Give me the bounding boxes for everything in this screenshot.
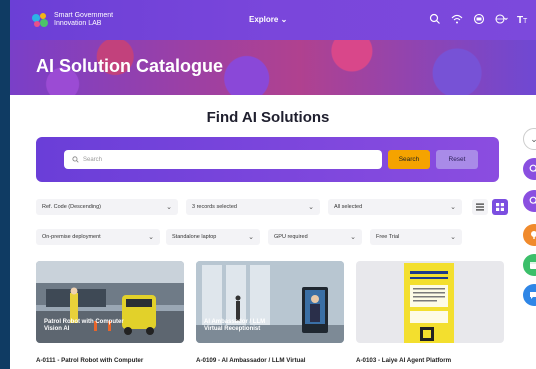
sort-select[interactable]: Ref. Code (Descending) ⌄ <box>36 199 178 215</box>
all-select[interactable]: All selected ⌄ <box>328 199 462 215</box>
grid-view-button[interactable] <box>492 199 508 215</box>
trial-select-value: Free Trial <box>376 234 400 240</box>
printer-icon[interactable] <box>472 12 486 26</box>
card-image-ai-ambassador[interactable]: AI Ambassador / LLM Virtual Receptionist <box>196 261 344 343</box>
search-placeholder: Search <box>83 156 103 163</box>
records-select-value: 3 records selected <box>192 204 237 210</box>
logo-icon[interactable] <box>30 10 50 30</box>
svg-text:T: T <box>523 18 528 25</box>
card-overlay-text: AI Ambassador / LLM Virtual Receptionist <box>204 319 266 332</box>
chat-button[interactable] <box>523 284 536 306</box>
globe-icon[interactable] <box>494 12 508 26</box>
wifi-icon[interactable] <box>450 12 464 26</box>
chevron-down-icon: ⌄ <box>248 234 254 241</box>
brand-name[interactable]: Smart Government Innovation LAB <box>54 12 144 28</box>
chevron-down-icon: ⌄ <box>530 133 536 144</box>
explore-menu[interactable]: Explore ⌄ <box>249 15 287 24</box>
card-overlay-text: Patrol Robot with Computer Vision AI <box>44 319 124 332</box>
calendar-button[interactable] <box>523 254 536 276</box>
chevron-down-icon: ⌄ <box>308 204 314 211</box>
chevron-down-icon: ⌄ <box>450 204 456 211</box>
reset-button[interactable]: Reset <box>436 150 478 169</box>
all-select-value: All selected <box>334 204 363 210</box>
chevron-down-icon: ⌄ <box>148 234 154 241</box>
calendar-icon <box>530 262 536 269</box>
chevron-down-icon: ⌄ <box>166 204 172 211</box>
search-icon[interactable] <box>428 12 442 26</box>
trial-select[interactable]: Free Trial ⌄ <box>370 229 462 245</box>
records-select[interactable]: 3 records selected ⌄ <box>186 199 320 215</box>
page-frame: Smart Government Innovation LAB Explore … <box>10 0 536 369</box>
chevron-down-icon: ⌄ <box>350 234 356 241</box>
list-icon <box>476 203 484 211</box>
chat-icon <box>530 292 536 299</box>
brand-line-1: Smart Government <box>54 12 114 19</box>
grid-icon <box>496 203 504 211</box>
share-icon <box>531 231 536 239</box>
list-view-button[interactable] <box>472 199 488 215</box>
card-title[interactable]: A-0103 - Laiye AI Agent Platform <box>356 357 506 364</box>
laiye-agent-poster <box>356 261 504 343</box>
deployment-select[interactable]: On-premise deployment ⌄ <box>36 229 160 245</box>
chevron-down-icon: ⌄ <box>450 234 456 241</box>
nav-icons: T T <box>428 12 530 26</box>
collapse-button[interactable]: ⌄ <box>523 128 536 150</box>
gpu-select[interactable]: GPU required ⌄ <box>268 229 362 245</box>
zoom-out-button[interactable] <box>523 190 536 212</box>
gpu-select-value: GPU required <box>274 234 308 240</box>
share-button[interactable] <box>523 224 536 246</box>
search-panel: Search Search Reset <box>36 137 499 182</box>
zoom-in-icon <box>529 164 536 172</box>
deployment-select-value: On-premise deployment <box>42 234 101 240</box>
page-title: AI Solution Catalogue <box>36 56 223 76</box>
zoom-out-icon <box>529 196 536 204</box>
text-size-icon[interactable]: T T <box>516 12 530 26</box>
device-select-value: Standalone laptop <box>172 234 217 240</box>
search-input[interactable]: Search <box>64 150 382 169</box>
sort-select-value: Ref. Code (Descending) <box>42 204 102 210</box>
search-button[interactable]: Search <box>388 150 430 169</box>
hero-banner: AI Solution Catalogue <box>10 40 536 95</box>
brand-line-2: Innovation LAB <box>54 20 102 27</box>
device-select[interactable]: Standalone laptop ⌄ <box>166 229 260 245</box>
zoom-in-button[interactable] <box>523 158 536 180</box>
search-input-icon <box>72 156 79 163</box>
card-image-patrol-robot[interactable]: Patrol Robot with Computer Vision AI <box>36 261 184 343</box>
find-title: Find AI Solutions <box>206 109 330 126</box>
card-title[interactable]: A-0111 - Patrol Robot with Computer <box>36 357 186 364</box>
card-title[interactable]: A-0109 - AI Ambassador / LLM Virtual <box>196 357 346 364</box>
top-nav: Smart Government Innovation LAB Explore … <box>10 0 536 40</box>
card-image-laiye-agent[interactable] <box>356 261 504 343</box>
